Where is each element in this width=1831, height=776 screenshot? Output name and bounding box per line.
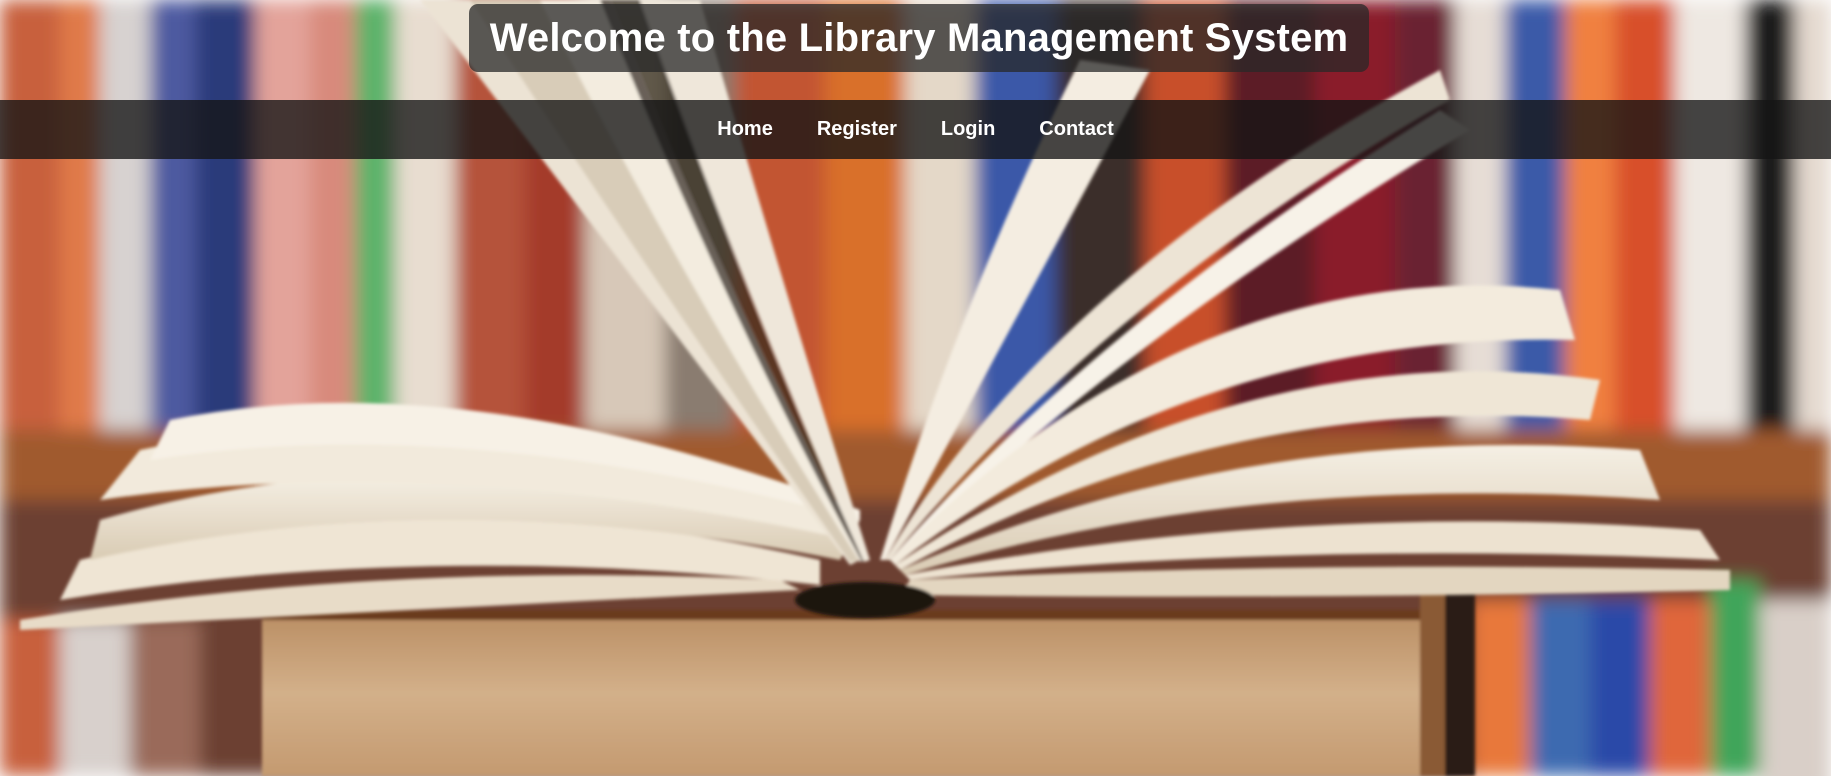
nav-item-login: Login (919, 110, 1017, 149)
nav-link-login[interactable]: Login (919, 110, 1017, 149)
nav-item-contact: Contact (1017, 110, 1135, 149)
nav-item-home: Home (695, 110, 795, 149)
page-header: Welcome to the Library Management System (469, 4, 1369, 72)
nav-link-contact[interactable]: Contact (1017, 110, 1135, 149)
nav-link-home[interactable]: Home (695, 110, 795, 149)
main-navbar: Home Register Login Contact (0, 100, 1831, 159)
nav-item-register: Register (795, 110, 919, 149)
page-title: Welcome to the Library Management System (489, 15, 1349, 60)
nav-link-register[interactable]: Register (795, 110, 919, 149)
library-home-page: Welcome to the Library Management System… (0, 0, 1831, 776)
nav-list: Home Register Login Contact (695, 110, 1136, 149)
